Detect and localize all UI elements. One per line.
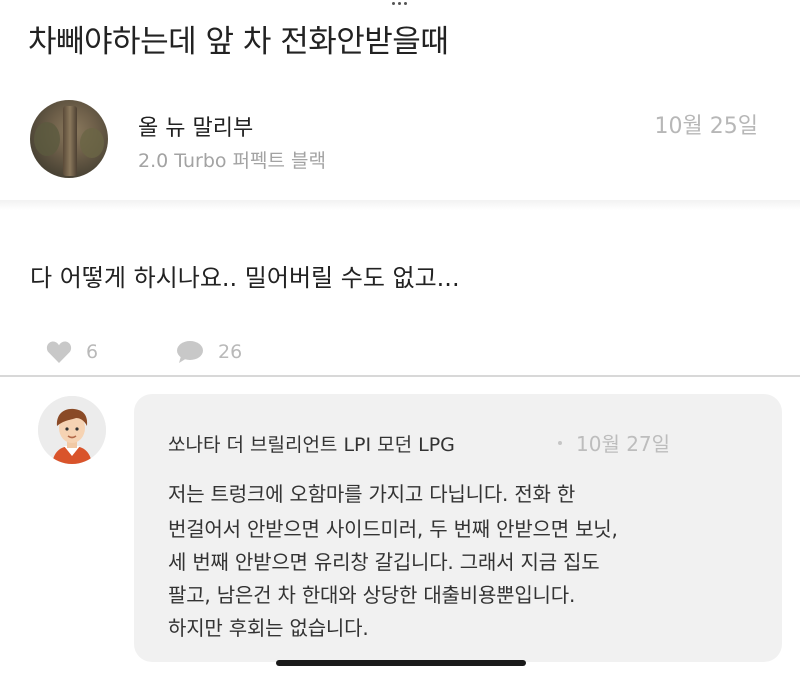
like-count: 6 [86,341,99,363]
comment-text-line: 저는 트렁크에 오함마를 가지고 다닙니다. 전화 한 [168,482,576,506]
speech-bubble-icon [176,340,204,364]
author-avatar[interactable] [30,100,108,178]
divider [0,200,800,210]
comment-count: 26 [218,341,243,363]
more-dots-icon[interactable] [392,2,407,5]
comment-date: 10월 27일 [576,432,671,456]
post-body: 다 어떻게 하시나요.. 밀어버릴 수도 없고... [30,264,460,292]
comment-button[interactable]: 26 [176,340,242,364]
like-button[interactable]: 6 [46,340,98,364]
author-car: 2.0 Turbo 퍼펙트 블랙 [138,150,326,172]
comment-text-line: 팔고, 남은건 차 한대와 상당한 대출비용뿐입니다. [168,583,576,607]
comment-author[interactable]: 쏘나타 더 브릴리언트 LPI 모던 LPG [168,430,455,457]
heart-icon [46,340,72,364]
home-indicator[interactable] [276,660,526,666]
comment-text-line: 번걸어서 안받으면 사이드미러, 두 번째 안받으면 보닛, [168,517,618,541]
author-name[interactable]: 올 뉴 말리부 [138,110,253,142]
post-date: 10월 25일 [654,114,758,139]
comment-text-line: 세 번째 안받으면 유리창 갈깁니다. 그래서 지금 집도 [168,550,600,574]
comment-text-line: 하지만 후회는 없습니다. [168,616,369,640]
commenter-avatar[interactable] [38,396,106,464]
separator-dot [558,441,562,445]
post-title: 차빼야하는데 앞 차 전화안받을때 [28,24,449,60]
